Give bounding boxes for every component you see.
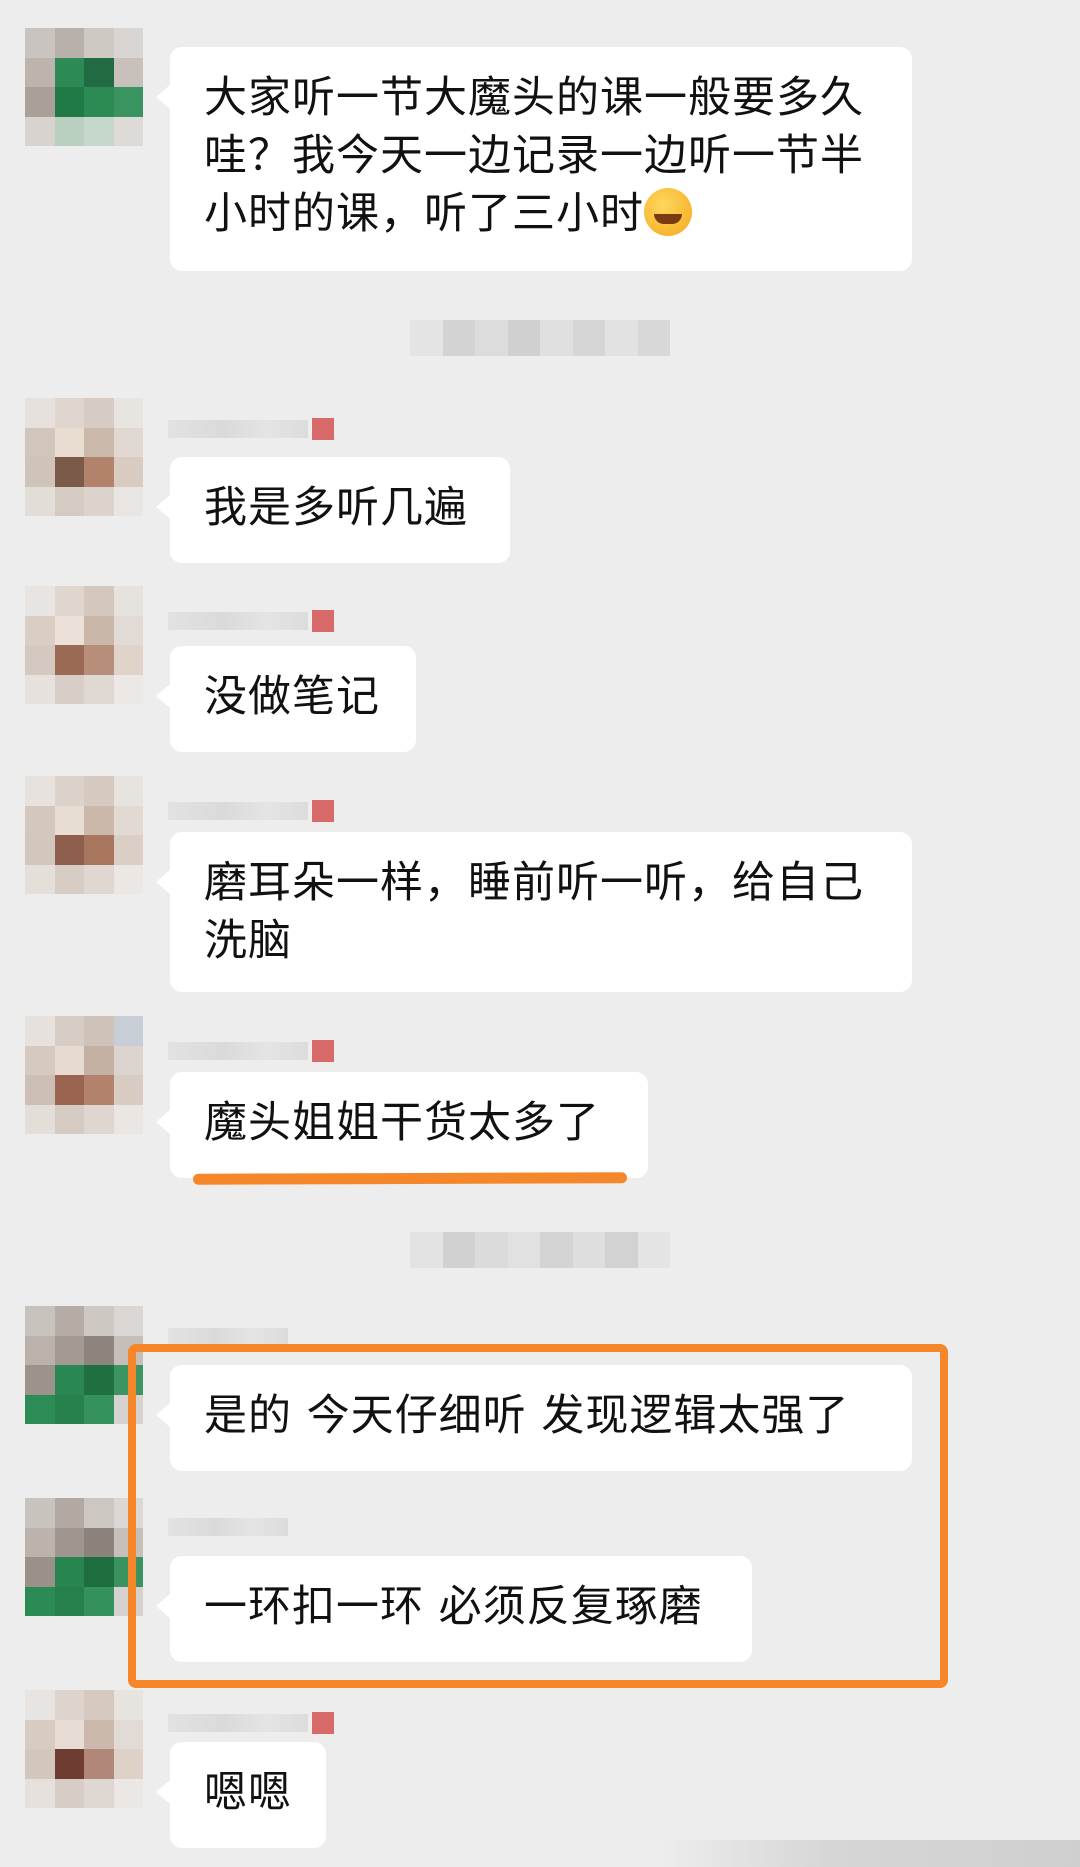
message-bubble[interactable]: 我是多听几遍 [156,457,510,563]
time-divider [410,1232,670,1268]
message-line-text: 小时的课，听了三小时 [204,189,644,239]
sender-name [168,1710,334,1736]
avatar[interactable] [25,1690,143,1808]
avatar[interactable] [25,776,143,894]
message-line: 小时的课，听了三小时 [204,185,878,243]
bottom-fade [660,1840,1080,1867]
face-palm-laughing-emoji-icon [644,188,692,236]
message-bubble[interactable]: 大家听一节大魔头的课一般要多久 哇？我今天一边记录一边听一节半 小时的课，听了三… [156,47,912,271]
avatar[interactable] [25,1306,143,1424]
message-bubble[interactable]: 没做笔记 [156,646,416,752]
highlight-underline [192,1172,628,1185]
avatar[interactable] [25,28,143,146]
message-line: 大家听一节大魔头的课一般要多久 [204,73,864,123]
message-line: 洗脑 [204,916,292,966]
sender-name [168,416,334,442]
message-line: 哇？我今天一边记录一边听一节半 [204,131,864,181]
message-text: 魔头姐姐干货太多了 [204,1098,600,1148]
avatar[interactable] [25,398,143,516]
avatar[interactable] [25,1498,143,1616]
avatar[interactable] [25,1016,143,1134]
message-text: 我是多听几遍 [204,483,468,533]
sender-name [168,1038,334,1064]
message-text: 嗯嗯 [204,1768,292,1818]
sender-name [168,798,334,824]
chat-screen: 大家听一节大魔头的课一般要多久 哇？我今天一边记录一边听一节半 小时的课，听了三… [0,0,1080,1867]
message-bubble[interactable]: 嗯嗯 [156,1742,326,1848]
time-divider [410,320,670,356]
avatar[interactable] [25,586,143,704]
sender-name [168,608,334,634]
message-text: 没做笔记 [204,672,380,722]
message-bubble[interactable]: 魔头姐姐干货太多了 [156,1072,648,1178]
message-line: 磨耳朵一样，睡前听一听，给自己 [204,858,864,908]
highlight-box [128,1344,948,1688]
message-bubble[interactable]: 磨耳朵一样，睡前听一听，给自己 洗脑 [156,832,912,992]
